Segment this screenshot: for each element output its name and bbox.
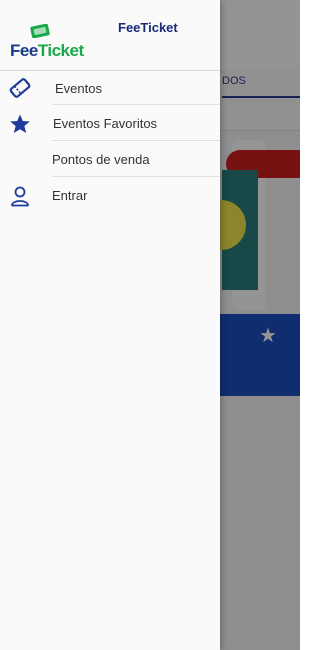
app-title: FeeTicket <box>118 20 178 35</box>
logo-ticket-icon <box>30 24 50 38</box>
menu-divider <box>52 104 220 105</box>
logo-wordmark: FeeTicket <box>10 41 84 60</box>
ticket-icon <box>9 78 31 98</box>
menu-item-eventos[interactable]: Eventos <box>0 70 220 106</box>
star-icon <box>10 114 30 133</box>
menu-item-eventos-favoritos[interactable]: Eventos Favoritos <box>0 106 220 142</box>
screen: DOS ★ FeeTicket FeeTicket Eventos Evento… <box>0 0 300 650</box>
menu-divider <box>52 140 220 141</box>
user-icon <box>11 186 29 207</box>
menu-item-label: Pontos de venda <box>52 152 150 167</box>
drawer-header: FeeTicket FeeTicket <box>0 0 220 71</box>
menu-divider <box>52 176 220 177</box>
navigation-drawer: FeeTicket FeeTicket Eventos Eventos Favo… <box>0 0 220 650</box>
menu-item-label: Eventos Favoritos <box>53 116 158 131</box>
menu-item-entrar[interactable]: Entrar <box>0 178 220 214</box>
menu-item-label: Entrar <box>52 188 88 203</box>
feeticket-logo: FeeTicket <box>10 22 84 64</box>
menu-item-pontos-de-venda[interactable]: Pontos de venda <box>0 142 220 178</box>
menu-item-label: Eventos <box>55 81 102 96</box>
